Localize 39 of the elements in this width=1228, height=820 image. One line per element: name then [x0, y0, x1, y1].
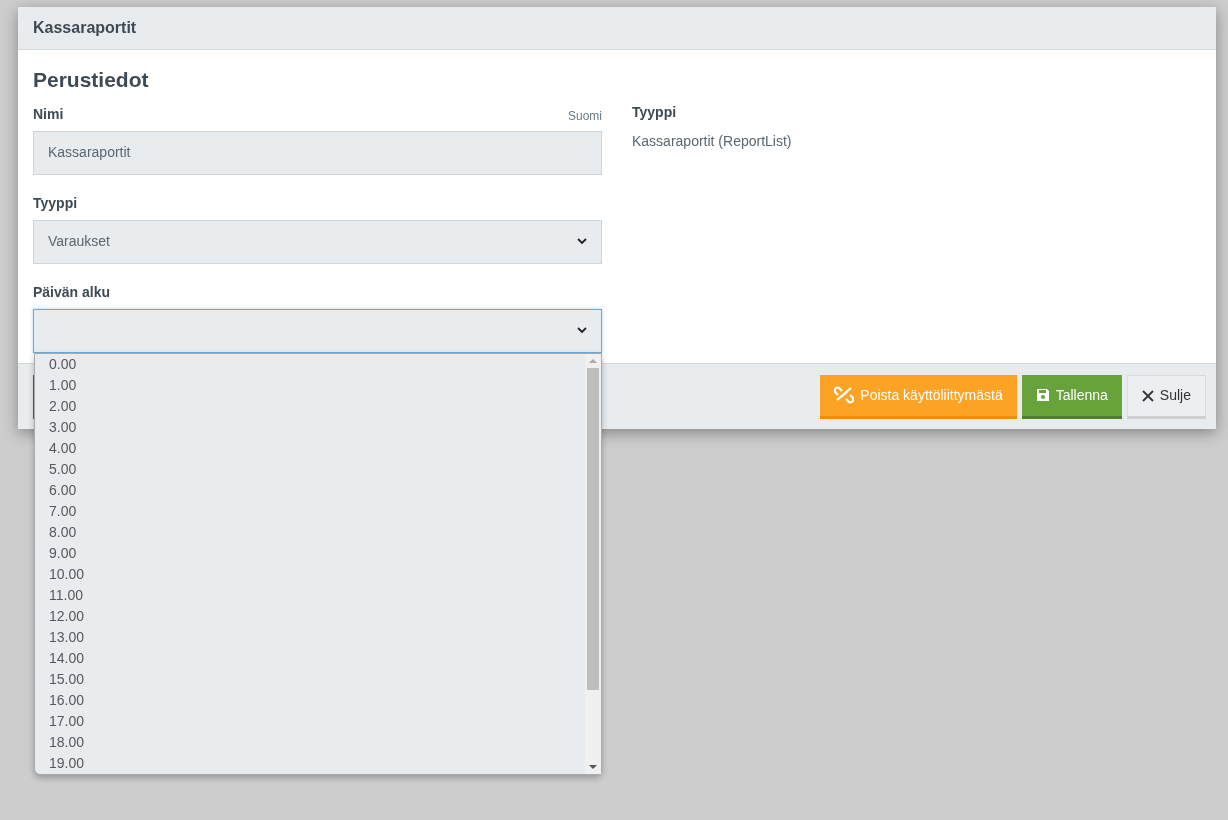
close-button[interactable]: Sulje: [1126, 374, 1206, 419]
select-field[interactable]: Varaukset: [33, 219, 602, 264]
dropdown-option[interactable]: 14.00: [49, 647, 571, 669]
select-field[interactable]: [33, 308, 602, 353]
dropdown-option[interactable]: 17.00: [49, 710, 571, 732]
dropdown-option[interactable]: 2.00: [49, 395, 571, 417]
dropdown-option[interactable]: 16.00: [49, 689, 571, 711]
dropdown-option[interactable]: 9.00: [49, 542, 571, 564]
close-icon: [1141, 389, 1154, 402]
input-field[interactable]: Kassaraportit: [33, 130, 602, 175]
info-value: Kassaraportit (ReportList): [632, 132, 792, 151]
language-label: Suomi: [568, 107, 602, 125]
caret-icon: [577, 327, 587, 334]
dropdown-option[interactable]: 7.00: [49, 500, 571, 522]
dropdown-option[interactable]: 10.00: [49, 563, 571, 585]
dropdown-option[interactable]: 18.00: [49, 731, 571, 753]
scrollbar-thumb[interactable]: [587, 367, 599, 690]
caret-icon: [577, 238, 587, 245]
dropdown-option[interactable]: 13.00: [49, 626, 571, 648]
dropdown-option[interactable]: 8.00: [49, 521, 571, 543]
dropdown-option[interactable]: 4.00: [49, 437, 571, 459]
dropdown-option[interactable]: 19.00: [49, 752, 571, 774]
dropdown-option[interactable]: 11.00: [49, 584, 571, 606]
dropdown-option[interactable]: 1.00: [49, 374, 571, 396]
unlink-icon: [834, 386, 855, 404]
section-title: Perustiedot: [33, 67, 150, 93]
dropdown-option[interactable]: 0.00: [49, 353, 571, 375]
info-label: Tyyppi: [632, 103, 678, 122]
dropdown-option[interactable]: 5.00: [49, 458, 571, 480]
field-label: Nimi: [33, 104, 64, 124]
dropdown-option[interactable]: 3.00: [49, 416, 571, 438]
field-label: Päivän alku: [33, 282, 111, 302]
dropdown-option[interactable]: 6.00: [49, 479, 571, 501]
dropdown-option[interactable]: 15.00: [49, 668, 571, 690]
field-label: Tyyppi: [33, 193, 78, 213]
dropdown-option[interactable]: 12.00: [49, 605, 571, 627]
modal-title: Kassaraportit: [33, 18, 137, 38]
scroll-down-arrow-icon[interactable]: [589, 763, 597, 770]
scroll-up-arrow-icon[interactable]: [589, 357, 597, 364]
